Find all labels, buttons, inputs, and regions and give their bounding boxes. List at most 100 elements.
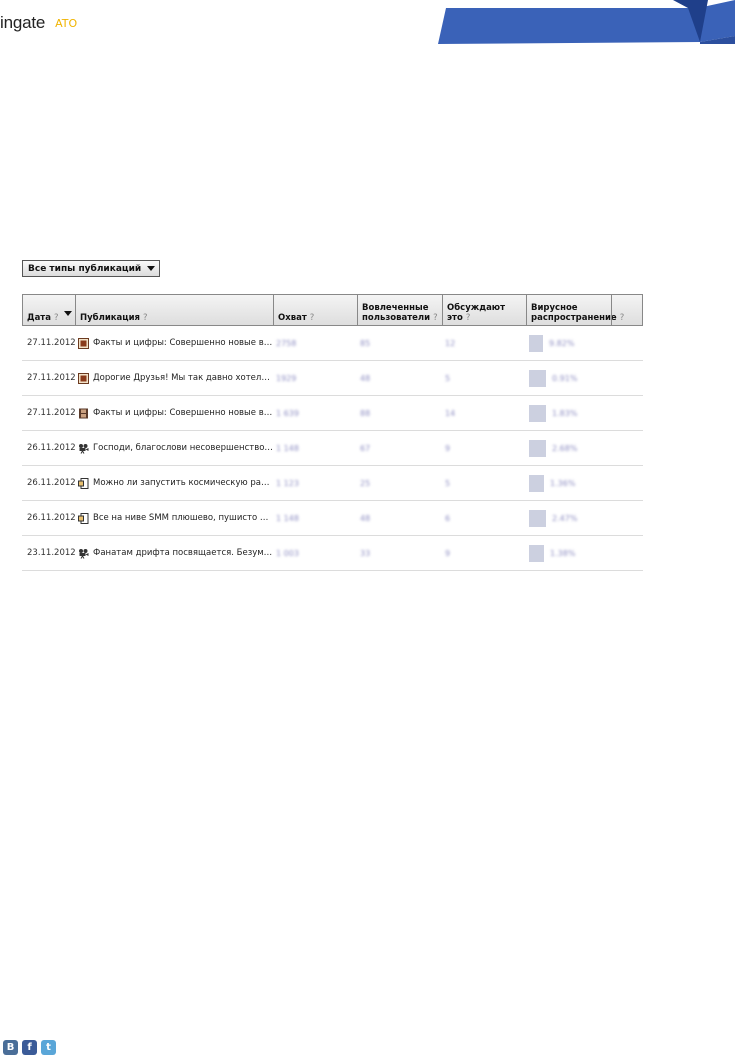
- publication-link[interactable]: Все на ниве SMM плюшево, пушисто и...: [93, 513, 273, 523]
- help-icon[interactable]: ?: [143, 313, 148, 323]
- row-date: 27.11.2012: [27, 338, 76, 348]
- row-publication[interactable]: Господи, благослови несовершенство F...: [78, 431, 273, 465]
- row-viral: 9.82%: [529, 326, 574, 360]
- column-talking-about[interactable]: Обсуждают это?: [442, 295, 526, 325]
- photo-icon: [78, 372, 89, 384]
- publication-link[interactable]: Господи, благослови несовершенство F...: [93, 443, 273, 453]
- help-icon[interactable]: ?: [310, 313, 315, 323]
- column-publication-label: Публикация: [80, 313, 140, 323]
- column-talking-label-2: это: [447, 313, 463, 323]
- video-icon: [78, 443, 89, 454]
- column-reach-label: Охват: [278, 313, 307, 323]
- column-viral-reach[interactable]: Вирусное распространение?: [526, 295, 624, 325]
- viral-bar: [529, 334, 543, 352]
- row-talking: 6: [445, 501, 450, 535]
- facebook-icon[interactable]: f: [22, 1040, 37, 1055]
- engaged-value: 25: [360, 478, 371, 488]
- row-talking: 5: [445, 466, 450, 500]
- publication-link[interactable]: Дорогие Друзья! Мы так давно хотели...: [93, 373, 273, 383]
- viral-value: 2.47%: [552, 513, 578, 523]
- column-engaged-users[interactable]: Вовлеченные пользователи?: [357, 295, 442, 325]
- viral-bar: [529, 439, 546, 457]
- row-publication[interactable]: Все на ниве SMM плюшево, пушисто и...: [78, 501, 273, 535]
- row-viral: 1.36%: [529, 466, 575, 500]
- row-reach: 1 123: [276, 466, 299, 500]
- sort-desc-icon[interactable]: [64, 311, 72, 316]
- reach-value: 1 639: [276, 408, 299, 418]
- twitter-icon[interactable]: t: [41, 1040, 56, 1055]
- table-row[interactable]: 27.11.2012 Факты и цифры: Совершенно новы…: [22, 396, 643, 431]
- publications-table: Дата? Публикация? Охват? Вовлеченные пол…: [22, 294, 643, 571]
- row-publication[interactable]: Дорогие Друзья! Мы так давно хотели...: [78, 361, 273, 395]
- row-publication[interactable]: Можно ли запустить космическую раке...: [78, 466, 273, 500]
- row-viral: 1.83%: [529, 396, 577, 430]
- column-talking-label-1: Обсуждают: [447, 303, 505, 313]
- row-engaged: 67: [360, 431, 370, 465]
- ato-logo: ATO: [55, 17, 77, 30]
- row-engaged: 33: [360, 536, 370, 570]
- table-body: 27.11.2012 Факты и цифры: Совершенно новы…: [22, 326, 643, 571]
- viral-value: 1.38%: [550, 548, 576, 558]
- table-row[interactable]: 27.11.2012 Факты и цифры: Совершенно новы…: [22, 326, 643, 361]
- filter-label: Все типы публикаций: [28, 263, 142, 274]
- reach-value: 1 003: [276, 548, 299, 558]
- publication-type-filter[interactable]: Все типы публикаций: [22, 260, 161, 277]
- row-engaged: 48: [360, 361, 370, 395]
- table-row[interactable]: 26.11.2012 Можно ли запустить космическую…: [22, 466, 643, 501]
- film-icon: [78, 408, 89, 419]
- header-banner: [438, 0, 735, 44]
- viral-value: 0.91%: [552, 373, 578, 383]
- row-publication[interactable]: Факты и цифры: Совершенно новые во...: [78, 326, 273, 360]
- reach-value: 1 123: [276, 478, 299, 488]
- row-publication[interactable]: Факты и цифры: Совершенно новые во...: [78, 396, 273, 430]
- talking-value: 9: [445, 548, 451, 558]
- column-reach[interactable]: Охват?: [273, 295, 357, 325]
- row-viral: 2.47%: [529, 501, 577, 535]
- row-reach: 1 639: [276, 396, 299, 430]
- table-row[interactable]: 27.11.2012 Дорогие Друзья! Мы так давно х…: [22, 361, 643, 396]
- reach-value: 1 148: [276, 513, 299, 523]
- publication-link[interactable]: Факты и цифры: Совершенно новые во...: [93, 338, 273, 348]
- publication-link[interactable]: Факты и цифры: Совершенно новые во...: [93, 408, 273, 418]
- row-viral: 1.38%: [529, 536, 575, 570]
- row-date: 27.11.2012: [27, 373, 76, 383]
- talking-value: 5: [445, 478, 451, 488]
- column-engaged-label-1: Вовлеченные: [362, 303, 429, 313]
- link-icon: [78, 477, 89, 489]
- engaged-value: 67: [360, 443, 371, 453]
- engaged-value: 85: [360, 338, 371, 348]
- publication-link[interactable]: Можно ли запустить космическую раке...: [93, 478, 273, 488]
- link-icon: [78, 512, 89, 524]
- row-publication[interactable]: Фанатам дрифта посвящается. Безумн...: [78, 536, 273, 570]
- row-date: 23.11.2012: [27, 548, 76, 558]
- table-header: Дата? Публикация? Охват? Вовлеченные пол…: [22, 294, 643, 326]
- row-viral: 2.68%: [529, 431, 577, 465]
- row-date: 26.11.2012: [27, 478, 76, 488]
- ato-logo-text: ATO: [55, 16, 78, 30]
- reach-value: 2758: [276, 338, 297, 348]
- photo-icon: [78, 337, 89, 349]
- table-row[interactable]: 26.11.2012 Господи, благослови несовершен…: [22, 431, 643, 466]
- viral-bar: [529, 544, 544, 562]
- table-row[interactable]: 26.11.2012 Все на ниве SMM плюшево, пушис…: [22, 501, 643, 536]
- row-date: 27.11.2012: [27, 408, 76, 418]
- talking-value: 9: [445, 443, 451, 453]
- column-date[interactable]: Дата?: [22, 295, 75, 325]
- help-icon[interactable]: ?: [466, 313, 471, 323]
- help-icon[interactable]: ?: [54, 313, 59, 323]
- table-row[interactable]: 23.11.2012 Фанатам дрифта посвящается. Бе…: [22, 536, 643, 571]
- help-icon[interactable]: ?: [433, 313, 438, 323]
- row-date: 26.11.2012: [27, 513, 76, 523]
- row-engaged: 25: [360, 466, 370, 500]
- engaged-value: 48: [360, 373, 371, 383]
- row-reach: 1 148: [276, 431, 299, 465]
- publication-link[interactable]: Фанатам дрифта посвящается. Безумн...: [93, 548, 273, 558]
- column-publication[interactable]: Публикация?: [75, 295, 273, 325]
- reach-value: 1 148: [276, 443, 299, 453]
- talking-value: 14: [445, 408, 456, 418]
- viral-value: 1.36%: [550, 478, 576, 488]
- vk-icon[interactable]: В: [3, 1040, 18, 1055]
- talking-value: 5: [445, 373, 451, 383]
- row-reach: 1929: [276, 361, 296, 395]
- row-engaged: 88: [360, 396, 370, 430]
